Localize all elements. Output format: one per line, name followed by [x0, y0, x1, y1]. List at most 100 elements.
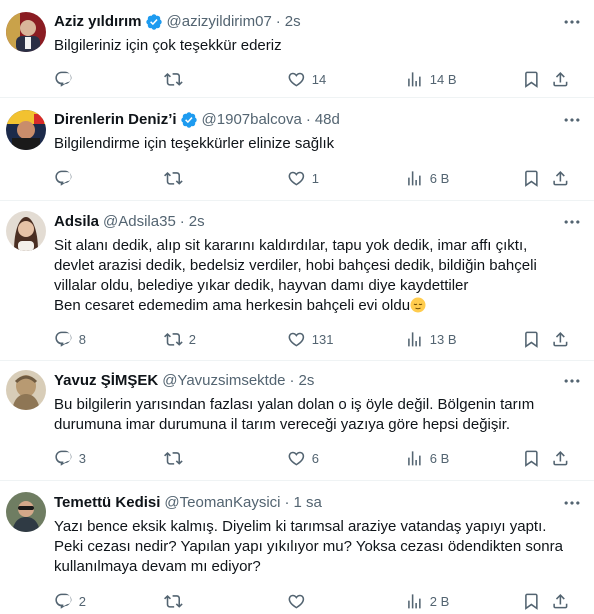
tweet-text: Yazı bence eksik kalmış. Diyelim ki tarı… — [54, 517, 574, 577]
more-icon[interactable] — [562, 371, 582, 391]
like-count: 6 — [311, 450, 319, 466]
tweet-text-line: Sit alanı dedik, alıp sit kararını kaldı… — [54, 237, 528, 254]
reply-tweet[interactable]: Adsila @Adsila35 · 2s Sit alanı dedik, a… — [0, 201, 594, 361]
handle[interactable]: @TeomanKaysici — [164, 493, 280, 513]
avatar[interactable] — [6, 12, 46, 52]
reply-button[interactable] — [54, 69, 79, 89]
relieved-face-icon — [410, 297, 426, 313]
tweet-actions: 3 6 6 B — [54, 448, 574, 468]
tweet-header: Adsila @Adsila35 · 2s — [54, 212, 586, 232]
tweet-text: Bu bilgilerin yarısından fazlası yalan d… — [54, 395, 574, 435]
more-icon[interactable] — [562, 110, 582, 130]
handle[interactable]: @Yavuzsimsektde — [162, 371, 285, 391]
tweet-actions: 2 2 B — [54, 591, 574, 611]
tweet-header: Temettü Kedisi @TeomanKaysici · 1 sa — [54, 493, 586, 513]
more-icon[interactable] — [562, 493, 582, 513]
reply-tweet[interactable]: Yavuz ŞİMŞEK @Yavuzsimsektde · 2s Bu bil… — [0, 361, 594, 481]
display-name[interactable]: Aziz yıldırım — [54, 12, 142, 32]
like-button[interactable]: 1 — [287, 168, 319, 188]
views-button[interactable]: 2 B — [405, 591, 449, 611]
avatar[interactable] — [6, 370, 46, 410]
like-count: 131 — [311, 331, 334, 347]
reply-count: 2 — [78, 593, 86, 609]
display-name[interactable]: Adsila — [54, 212, 99, 232]
like-button[interactable]: 14 — [287, 69, 326, 89]
view-count: 14 B — [429, 71, 457, 87]
bookmark-button[interactable] — [522, 591, 541, 611]
timestamp[interactable]: 48d — [315, 110, 340, 130]
timestamp[interactable]: 2s — [189, 212, 205, 232]
retweet-button[interactable] — [164, 69, 189, 89]
share-button[interactable] — [551, 168, 570, 188]
like-button[interactable] — [287, 591, 312, 611]
display-name[interactable]: Yavuz ŞİMŞEK — [54, 371, 158, 391]
bookmark-button[interactable] — [522, 329, 541, 349]
tweet-text-line: kullanılmaya devam mı ediyor? — [54, 558, 261, 575]
like-button[interactable]: 131 — [287, 329, 333, 349]
view-count: 2 B — [429, 593, 450, 609]
reply-tweet[interactable]: Aziz yıldırım @azizyildirim07 · 2s Bilgi… — [0, 0, 594, 98]
verified-badge-icon — [145, 13, 163, 31]
handle[interactable]: @1907balcova — [202, 110, 302, 130]
verified-badge-icon — [180, 111, 198, 129]
tweet-text-line: Bu bilgilerin yarısından fazlası yalan d… — [54, 396, 535, 413]
reply-button[interactable]: 8 — [54, 329, 86, 349]
reply-button[interactable]: 3 — [54, 448, 86, 468]
handle[interactable]: @azizyildirim07 — [167, 12, 272, 32]
avatar[interactable] — [6, 110, 46, 150]
separator-dot: · — [284, 494, 290, 511]
like-count: 14 — [311, 71, 327, 87]
handle[interactable]: @Adsila35 — [103, 212, 176, 232]
display-name[interactable]: Temettü Kedisi — [54, 493, 160, 513]
tweet-header: Yavuz ŞİMŞEK @Yavuzsimsektde · 2s — [54, 371, 586, 391]
retweet-button[interactable] — [164, 448, 189, 468]
display-name[interactable]: Direnlerin Deniz’i — [54, 110, 177, 130]
more-icon[interactable] — [562, 12, 582, 32]
tweet-text-line-with-emoji: Ben cesaret edemedim ama herkesin bahçel… — [54, 296, 574, 316]
reply-button[interactable] — [54, 168, 79, 188]
like-count: 1 — [311, 170, 319, 186]
tweet-actions: 8 2 131 13 B — [54, 329, 574, 349]
timestamp[interactable]: 1 sa — [294, 493, 322, 513]
avatar[interactable] — [6, 492, 46, 532]
tweet-text: Bilgilendirme için teşekkürler elinize s… — [54, 134, 574, 154]
avatar[interactable] — [6, 211, 46, 251]
retweet-button[interactable]: 2 — [164, 329, 196, 349]
bookmark-button[interactable] — [522, 69, 541, 89]
reply-button[interactable]: 2 — [54, 591, 86, 611]
retweet-button[interactable] — [164, 168, 189, 188]
share-button[interactable] — [551, 448, 570, 468]
view-count: 6 B — [429, 450, 450, 466]
view-count: 13 B — [429, 331, 457, 347]
tweet-text: Sit alanı dedik, alıp sit kararını kaldı… — [54, 236, 574, 316]
views-button[interactable]: 13 B — [405, 329, 457, 349]
share-button[interactable] — [551, 329, 570, 349]
reply-tweet[interactable]: Temettü Kedisi @TeomanKaysici · 1 sa Yaz… — [0, 481, 594, 614]
views-button[interactable]: 14 B — [405, 69, 457, 89]
more-icon[interactable] — [562, 212, 582, 232]
share-button[interactable] — [551, 69, 570, 89]
reply-tweet[interactable]: Direnlerin Deniz’i @1907balcova · 48d Bi… — [0, 98, 594, 201]
retweet-button[interactable] — [164, 591, 189, 611]
like-button[interactable]: 6 — [287, 448, 319, 468]
view-count: 6 B — [429, 170, 450, 186]
timestamp[interactable]: 2s — [299, 371, 315, 391]
views-button[interactable]: 6 B — [405, 448, 449, 468]
reply-feed: Aziz yıldırım @azizyildirim07 · 2s Bilgi… — [0, 0, 594, 614]
tweet-text-line: Bilgilendirme için teşekkürler elinize s… — [54, 135, 335, 152]
timestamp[interactable]: 2s — [285, 12, 301, 32]
reply-count: 8 — [78, 331, 86, 347]
tweet-text-line: Yazı bence eksik kalmış. Diyelim ki tarı… — [54, 518, 547, 535]
views-button[interactable]: 6 B — [405, 168, 449, 188]
bookmark-button[interactable] — [522, 448, 541, 468]
bookmark-button[interactable] — [522, 168, 541, 188]
separator-dot: · — [289, 372, 295, 389]
tweet-text-line: devlet arazisi dedik, bedelsiz verdiler,… — [54, 257, 537, 274]
separator-dot: · — [275, 13, 281, 30]
tweet-text-segment: Ben cesaret edemedim ama herkesin bahçel… — [54, 297, 411, 314]
separator-dot: · — [305, 111, 311, 128]
tweet-text-line: Bilgileriniz için çok teşekkür ederiz — [54, 37, 282, 54]
tweet-actions: 14 14 B — [54, 69, 574, 89]
share-button[interactable] — [551, 591, 570, 611]
reply-count: 3 — [78, 450, 86, 466]
